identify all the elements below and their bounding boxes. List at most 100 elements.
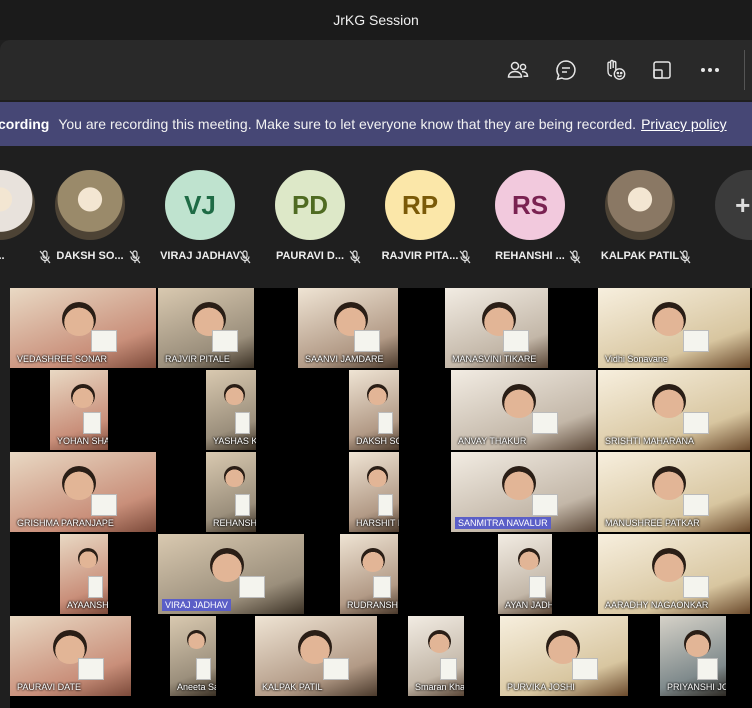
drawing-card	[571, 658, 598, 680]
drawing-card	[77, 658, 104, 680]
participant-video-face	[367, 466, 388, 487]
tile-name-label: PURVIKA JOSHI	[507, 682, 575, 692]
video-tile[interactable]: SAANVI JAMDARE	[298, 288, 398, 368]
tile-name-label: YASHAS KAMBLE	[213, 436, 256, 446]
drawing-card	[682, 412, 709, 434]
participant-video-face	[224, 384, 245, 405]
tile-name-label: RAJVIR PITALE	[165, 354, 230, 364]
participant-video-face	[651, 384, 686, 418]
drawing-card	[239, 576, 266, 598]
participant-6[interactable]: KALPAK PATIL	[587, 170, 693, 270]
tile-name-label: AYAANSH MORE	[67, 600, 108, 610]
mic-muted-icon	[129, 250, 141, 264]
video-tile[interactable]: PRIYANSHI JOSHI	[660, 616, 726, 696]
drawing-card	[502, 330, 529, 352]
drawing-card	[196, 658, 211, 680]
participant-1[interactable]: DAKSH SO...	[37, 170, 143, 270]
recording-label: cording	[0, 116, 50, 132]
participant-video-face	[77, 548, 98, 568]
tile-name-label: VIRAJ JADHAV	[162, 599, 231, 611]
video-tile[interactable]: SANMITRA NAVALUR	[451, 452, 596, 532]
drawing-card	[377, 494, 394, 516]
meeting-toolbar	[0, 40, 752, 100]
tile-name-label: Aneeta Satam	[177, 682, 216, 692]
participant-video-face	[651, 548, 686, 582]
video-tile[interactable]: YOHAN SHAH	[50, 370, 108, 450]
participant-7[interactable]: +1	[697, 170, 752, 270]
participant-avatar: +1	[715, 170, 752, 240]
participant-avatar: RP	[385, 170, 455, 240]
video-tile[interactable]: ANVAY THAKUR	[451, 370, 596, 450]
video-tile[interactable]: SRISHTI MAHARANA	[598, 370, 750, 450]
drawing-card	[211, 330, 238, 352]
participant-name: RAJVIR PITA...	[381, 250, 459, 262]
mic-muted-icon	[679, 250, 691, 264]
drawing-card	[682, 576, 709, 598]
participant-photo	[0, 170, 35, 240]
participant-video-face	[683, 630, 711, 658]
participant-video-face	[71, 384, 95, 408]
toolbar-divider	[744, 50, 745, 90]
tile-name-label: Smaran Khambale	[415, 682, 464, 692]
video-gallery: VEDASHREE SONAR RAJVIR PITALE SAANVI JAMDA…	[10, 288, 752, 708]
tile-name-label: REHANSHI SAWANT	[213, 518, 256, 528]
tile-name-label: KALPAK PATIL	[262, 682, 323, 692]
video-tile[interactable]: AYAN JADHAV	[498, 534, 552, 614]
video-tile[interactable]: VIRAJ JADHAV	[158, 534, 304, 614]
video-tile[interactable]: REHANSHI SAWANT	[206, 452, 256, 532]
more-icon[interactable]	[698, 58, 722, 82]
participant-3[interactable]: PD PAURAVI D...	[257, 170, 363, 270]
window-title-bar: JrKG Session	[0, 0, 752, 40]
video-tile[interactable]: MANASVINI TIKARE	[445, 288, 548, 368]
video-tile[interactable]: PAURAVI DATE	[10, 616, 131, 696]
drawing-card	[377, 412, 394, 434]
participant-5[interactable]: RS REHANSHI ...	[477, 170, 583, 270]
video-tile[interactable]: HARSHIT MORE	[349, 452, 399, 532]
video-tile[interactable]: YASHAS KAMBLE	[206, 370, 256, 450]
tile-name-label: HARSHIT MORE	[356, 518, 399, 528]
drawing-card	[682, 330, 709, 352]
chat-icon[interactable]	[554, 58, 578, 82]
video-tile[interactable]: DAKSH SONNI	[349, 370, 399, 450]
video-tile[interactable]: PURVIKA JOSHI	[500, 616, 628, 696]
people-icon[interactable]	[506, 58, 530, 82]
recording-banner: cording You are recording this meeting. …	[0, 102, 752, 146]
raise-hand-icon[interactable]	[603, 58, 627, 82]
mic-muted-icon	[569, 250, 581, 264]
participant-strip: ...DAKSH SO...VJVIRAJ JADHAVPDPAURAVI D.…	[0, 146, 752, 288]
share-screen-icon[interactable]	[650, 58, 674, 82]
tile-name-label: SANMITRA NAVALUR	[455, 517, 551, 529]
tile-name-label: RUDRANSH THOMBE	[347, 600, 398, 610]
drawing-card	[439, 658, 458, 680]
tile-name-label: VEDASHREE SONAR	[17, 354, 108, 364]
participant-avatar: VJ	[165, 170, 235, 240]
video-tile[interactable]: MANUSHREE PATKAR	[598, 452, 750, 532]
tile-name-label: SAANVI JAMDARE	[305, 354, 384, 364]
drawing-card	[528, 576, 546, 598]
video-tile[interactable]: AYAANSH MORE	[60, 534, 108, 614]
participant-video-face	[186, 630, 206, 650]
video-tile[interactable]: Aneeta Satam	[170, 616, 216, 696]
tile-name-label: MANUSHREE PATKAR	[605, 518, 700, 528]
drawing-card	[234, 494, 251, 516]
participant-video-face	[428, 630, 452, 654]
drawing-card	[354, 330, 381, 352]
drawing-card	[87, 576, 103, 598]
participant-2[interactable]: VJ VIRAJ JADHAV	[147, 170, 253, 270]
video-tile[interactable]: RAJVIR PITALE	[158, 288, 254, 368]
video-tile[interactable]: AARADHY NAGAONKAR	[598, 534, 750, 614]
video-tile[interactable]: VEDASHREE SONAR	[10, 288, 156, 368]
video-tile[interactable]: Vidhi Sonavane	[598, 288, 750, 368]
video-tile[interactable]: RUDRANSH THOMBE	[340, 534, 398, 614]
participant-4[interactable]: RP RAJVIR PITA...	[367, 170, 473, 270]
participant-video-face	[361, 548, 385, 572]
participant-name: KALPAK PATIL	[600, 250, 680, 262]
video-tile[interactable]: KALPAK PATIL	[255, 616, 377, 696]
mic-muted-icon	[349, 250, 361, 264]
video-tile[interactable]: Smaran Khambale	[408, 616, 464, 696]
video-tile[interactable]: GRISHMA PARANJAPE	[10, 452, 156, 532]
participant-video-face	[517, 548, 540, 571]
privacy-policy-link[interactable]: Privacy policy	[641, 116, 727, 132]
drawing-card	[682, 494, 709, 516]
participant-avatar: RS	[495, 170, 565, 240]
